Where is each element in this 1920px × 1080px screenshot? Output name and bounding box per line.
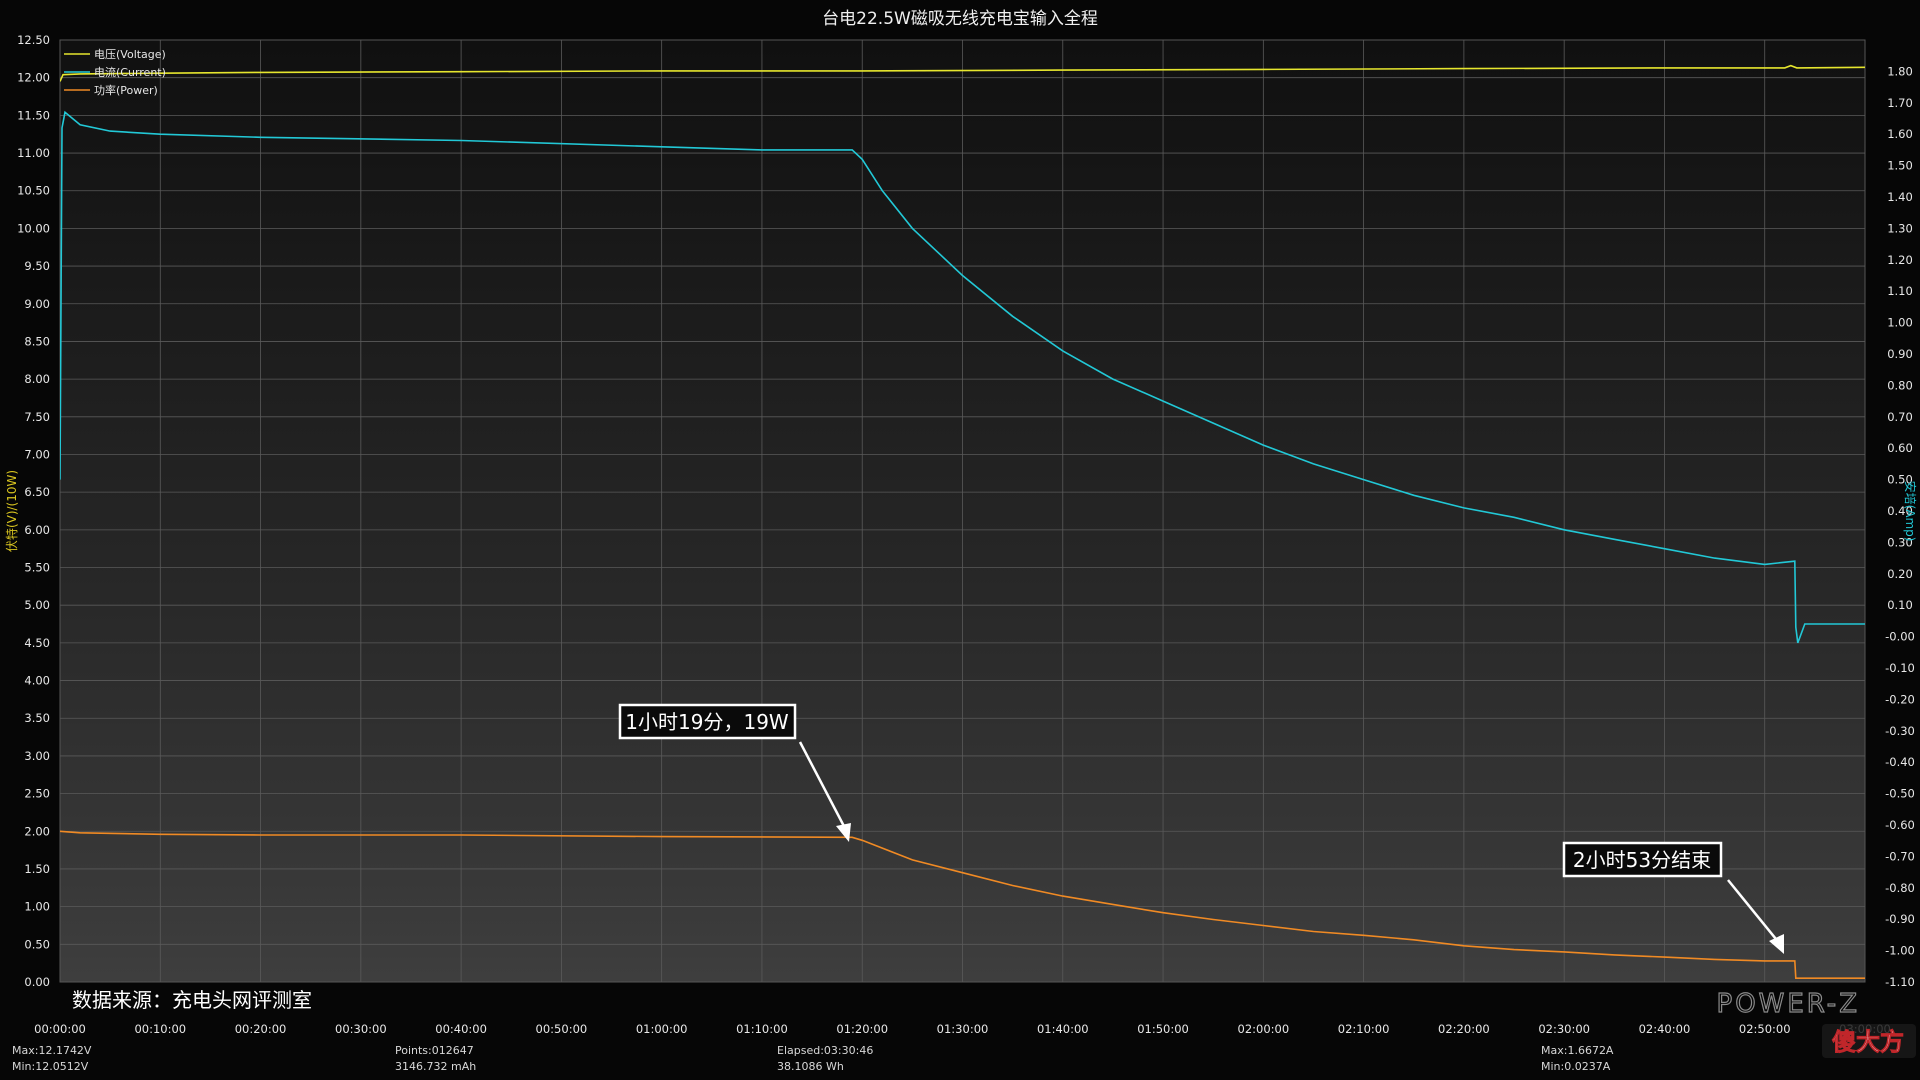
annotation-peak-text: 1小时19分，19W	[625, 710, 789, 734]
left-tick-label: 12.00	[17, 71, 50, 85]
left-tick-label: 2.00	[24, 824, 50, 838]
right-tick-label: 1.70	[1887, 96, 1913, 110]
right-tick-label: -0.50	[1885, 787, 1915, 801]
left-tick-label: 9.50	[24, 259, 50, 273]
x-tick-label: 02:50:00	[1739, 1022, 1791, 1036]
right-tick-label: 0.80	[1887, 378, 1913, 392]
x-tick-label: 02:20:00	[1438, 1022, 1490, 1036]
left-tick-label: 12.50	[17, 33, 50, 47]
right-tick-label: 1.20	[1887, 253, 1913, 267]
right-tick-label: 0.90	[1887, 347, 1913, 361]
x-tick-label: 02:00:00	[1238, 1022, 1290, 1036]
legend-power-label: 功率(Power)	[94, 83, 158, 97]
right-tick-label: 0.20	[1887, 567, 1913, 581]
right-tick-label: -1.10	[1885, 975, 1915, 989]
x-tick-label: 01:30:00	[937, 1022, 989, 1036]
right-tick-label: 1.00	[1887, 316, 1913, 330]
left-tick-label: 0.50	[24, 937, 50, 951]
left-tick-label: 4.00	[24, 674, 50, 688]
left-tick-label: 10.00	[17, 221, 50, 235]
right-tick-label: -0.30	[1885, 724, 1915, 738]
left-tick-label: 7.50	[24, 410, 50, 424]
corner-logo: 傻大方	[1822, 1024, 1916, 1058]
left-tick-label: 1.00	[24, 900, 50, 914]
left-tick-label: 6.50	[24, 485, 50, 499]
data-source-watermark: 数据来源：充电头网评测室	[72, 988, 312, 1012]
x-tick-label: 01:00:00	[636, 1022, 688, 1036]
left-tick-label: 0.00	[24, 975, 50, 989]
right-tick-label: -0.10	[1885, 661, 1915, 675]
x-tick-label: 01:10:00	[736, 1022, 788, 1036]
chart-window: 台电22.5W磁吸无线充电宝输入全程 0.00 0.50 1.00 1.50 2.00 2…	[0, 0, 1920, 1080]
right-tick-label: -0.00	[1885, 630, 1915, 644]
left-tick-label: 4.50	[24, 636, 50, 650]
right-tick-label: -0.70	[1885, 849, 1915, 863]
x-tick-label: 00:30:00	[335, 1022, 387, 1036]
x-tick-label: 00:10:00	[134, 1022, 186, 1036]
stat-max-voltage: Max:12.1742V	[12, 1044, 92, 1057]
right-tick-label: 0.70	[1887, 410, 1913, 424]
left-tick-label: 3.00	[24, 749, 50, 763]
left-tick-label: 11.50	[17, 108, 50, 122]
power-z-logo: POWER-Z	[1717, 989, 1860, 1019]
x-tick-label: 01:50:00	[1137, 1022, 1189, 1036]
x-tick-label: 00:00:00	[34, 1022, 86, 1036]
x-tick-label: 00:40:00	[435, 1022, 487, 1036]
x-tick-label: 00:50:00	[536, 1022, 588, 1036]
chart-title: 台电22.5W磁吸无线充电宝输入全程	[822, 9, 1098, 29]
left-axis-label: 伏特(V)/(10W)	[4, 470, 19, 552]
x-tick-label: 01:20:00	[836, 1022, 888, 1036]
stat-min-voltage: Min:12.0512V	[12, 1060, 89, 1073]
right-tick-label: 1.40	[1887, 190, 1913, 204]
stat-min-current: Min:0.0237A	[1541, 1060, 1611, 1073]
left-tick-label: 8.00	[24, 372, 50, 386]
x-tick-label: 02:30:00	[1538, 1022, 1590, 1036]
right-tick-label: 1.30	[1887, 221, 1913, 235]
left-tick-label: 3.50	[24, 711, 50, 725]
stat-capacity: 3146.732 mAh	[395, 1060, 476, 1073]
right-tick-label: -0.90	[1885, 912, 1915, 926]
right-tick-label: -0.20	[1885, 692, 1915, 706]
left-tick-label: 7.00	[24, 447, 50, 461]
right-tick-label: 1.80	[1887, 64, 1913, 78]
chart-svg: 台电22.5W磁吸无线充电宝输入全程 0.00 0.50 1.00 1.50 2.00 2…	[0, 0, 1920, 1080]
right-tick-label: 1.60	[1887, 127, 1913, 141]
left-tick-label: 8.50	[24, 334, 50, 348]
annotation-end-text: 2小时53分结束	[1573, 848, 1711, 872]
right-tick-label: -1.00	[1885, 944, 1915, 958]
left-tick-label: 9.00	[24, 297, 50, 311]
stat-points: Points:012647	[395, 1044, 474, 1057]
x-tick-label: 02:10:00	[1338, 1022, 1390, 1036]
corner-logo-text: 傻大方	[1832, 1028, 1904, 1056]
x-tick-label: 01:40:00	[1037, 1022, 1089, 1036]
right-tick-label: -0.80	[1885, 881, 1915, 895]
right-tick-label: 1.50	[1887, 159, 1913, 173]
x-tick-label: 02:40:00	[1639, 1022, 1691, 1036]
right-tick-label: 0.60	[1887, 441, 1913, 455]
x-tick-label: 00:20:00	[235, 1022, 287, 1036]
legend-voltage-label: 电压(Voltage)	[94, 48, 166, 61]
stat-max-current: Max:1.6672A	[1541, 1044, 1614, 1057]
left-tick-label: 11.00	[17, 146, 50, 160]
left-tick-label: 6.00	[24, 523, 50, 537]
legend-current-label: 电流(Current)	[94, 65, 166, 79]
right-tick-label: -0.40	[1885, 755, 1915, 769]
right-tick-label: 0.10	[1887, 598, 1913, 612]
right-axis-label: 安培(Amp)	[1903, 481, 1918, 542]
left-tick-label: 10.50	[17, 184, 50, 198]
stat-energy: 38.1086 Wh	[777, 1060, 844, 1073]
right-tick-label: 1.10	[1887, 284, 1913, 298]
left-tick-label: 5.50	[24, 561, 50, 575]
left-tick-label: 2.50	[24, 787, 50, 801]
stat-elapsed: Elapsed:03:30:46	[777, 1044, 873, 1057]
left-tick-label: 5.00	[24, 598, 50, 612]
left-tick-label: 1.50	[24, 862, 50, 876]
right-tick-label: -0.60	[1885, 818, 1915, 832]
